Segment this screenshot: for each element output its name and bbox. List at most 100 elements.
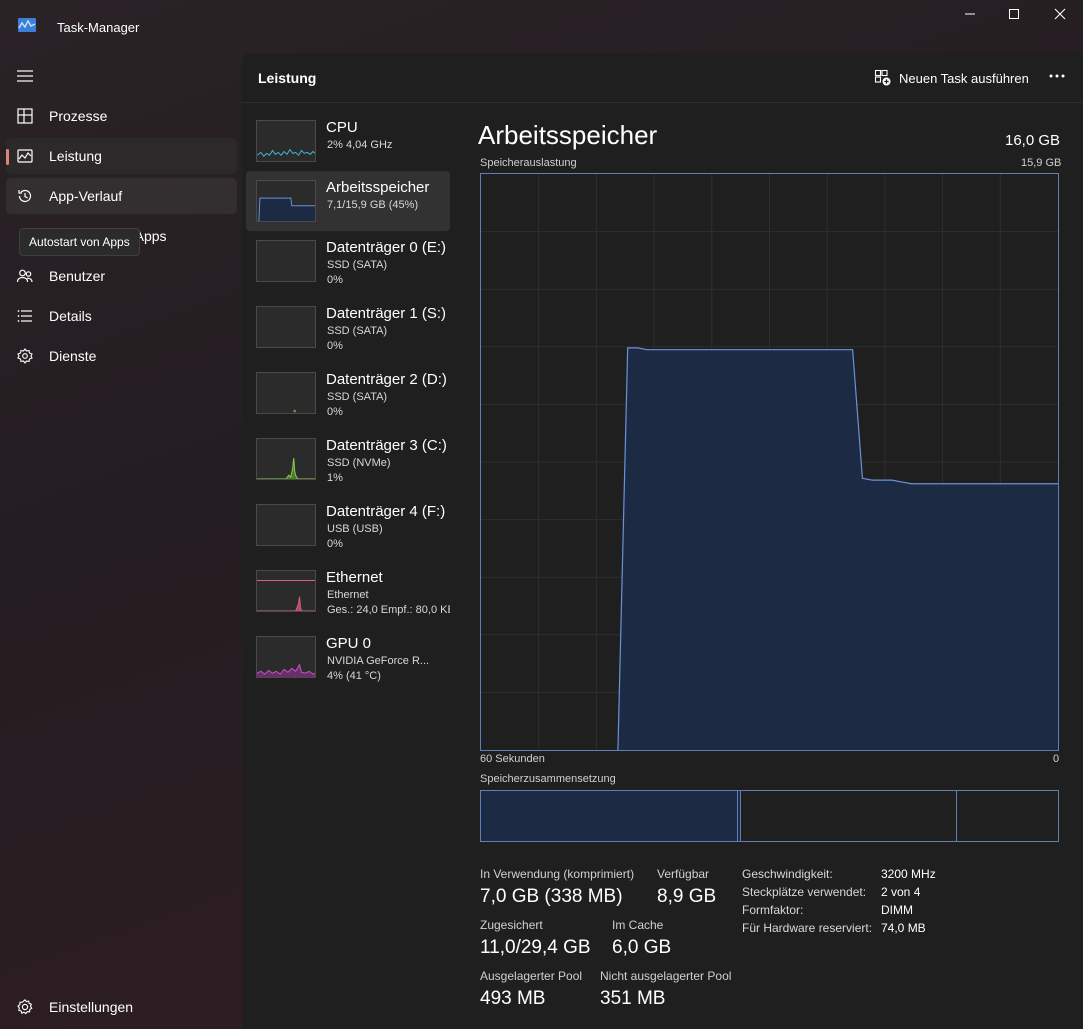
device-name: Datenträger 3 (C:) bbox=[326, 437, 447, 454]
paged-pool-value: 493 MB bbox=[480, 988, 546, 1009]
nonpaged-pool-value: 351 MB bbox=[600, 988, 666, 1009]
device-item-gpu[interactable]: GPU 0 NVIDIA GeForce R... 4% (41 °C) bbox=[246, 630, 450, 690]
slots-label: Steckplätze verwendet: bbox=[742, 885, 867, 899]
available-label: Verfügbar bbox=[657, 867, 710, 881]
active-indicator bbox=[6, 149, 9, 165]
page-header: Leistung Neuen Task ausführen bbox=[242, 53, 1083, 103]
device-name: Datenträger 4 (F:) bbox=[326, 503, 446, 520]
hardware-reserved-value: 74,0 MB bbox=[881, 921, 926, 935]
settings-label: Einstellungen bbox=[49, 999, 134, 1015]
cached-label: Im Cache bbox=[612, 918, 664, 932]
tooltip: Autostart von Apps bbox=[19, 228, 140, 256]
maximize-icon bbox=[1009, 9, 1019, 19]
sidebar-item-app-history[interactable]: App-Verlauf bbox=[6, 178, 237, 214]
in-use-label: In Verwendung (komprimiert) bbox=[480, 867, 635, 881]
device-item-cpu[interactable]: CPU 2% 4,04 GHz bbox=[246, 114, 450, 174]
hardware-reserved-label: Für Hardware reserviert: bbox=[742, 921, 873, 935]
device-item-memory[interactable]: Arbeitsspeicher 7,1/15,9 GB (45%) bbox=[246, 171, 450, 231]
device-subtitle: Ethernet bbox=[327, 589, 369, 601]
device-item-disk-2[interactable]: Datenträger 2 (D:) SSD (SATA) 0% bbox=[246, 366, 450, 426]
composition-standby-segment bbox=[741, 791, 958, 841]
device-name: Datenträger 1 (S:) bbox=[326, 305, 447, 322]
device-subtitle: SSD (SATA) bbox=[327, 391, 388, 403]
axis-left-label: 60 Sekunden bbox=[480, 753, 545, 765]
gpu-thumbnail-graph bbox=[256, 636, 316, 678]
speed-value: 3200 MHz bbox=[881, 867, 936, 881]
minimize-button[interactable] bbox=[947, 0, 993, 32]
device-value: 0% bbox=[327, 406, 343, 418]
form-factor-label: Formfaktor: bbox=[742, 903, 804, 917]
ethernet-thumbnail-graph bbox=[256, 570, 316, 612]
sidebar-item-details[interactable]: Details bbox=[6, 298, 237, 334]
sidebar-item-label: Leistung bbox=[49, 148, 102, 164]
composition-label: Speicherzusammensetzung bbox=[480, 773, 616, 785]
sidebar-item-users[interactable]: Benutzer bbox=[6, 258, 237, 294]
disk-thumbnail-graph bbox=[256, 438, 316, 480]
task-manager-window: Task-Manager Prozesse Leistung App-Verla… bbox=[0, 0, 1083, 1029]
sidebar-item-label: Prozesse bbox=[49, 108, 108, 124]
device-subtitle: NVIDIA GeForce R... bbox=[327, 655, 430, 667]
device-value: 0% bbox=[327, 538, 343, 550]
form-factor-value: DIMM bbox=[881, 903, 913, 917]
gear-icon bbox=[17, 998, 33, 1015]
sidebar-item-label: App-Verlauf bbox=[49, 188, 123, 204]
available-value: 8,9 GB bbox=[657, 886, 717, 907]
processes-icon bbox=[17, 108, 33, 124]
details-list-icon bbox=[17, 310, 32, 322]
disk-thumbnail-graph bbox=[256, 240, 316, 282]
speed-label: Geschwindigkeit: bbox=[742, 867, 833, 881]
device-subtitle: SSD (SATA) bbox=[327, 325, 388, 337]
device-subtitle: SSD (NVMe) bbox=[327, 457, 391, 469]
sidebar-item-label: Dienste bbox=[49, 348, 97, 364]
window-title: Task-Manager bbox=[57, 20, 140, 35]
committed-label: Zugesichert bbox=[480, 918, 543, 932]
main-panel: Leistung Neuen Task ausführen CPU 2% 4,0… bbox=[242, 53, 1083, 1029]
close-button[interactable] bbox=[1037, 0, 1083, 32]
composition-free-segment bbox=[957, 791, 1058, 841]
more-options-button[interactable] bbox=[1045, 65, 1069, 89]
new-task-icon bbox=[874, 69, 891, 86]
device-item-disk-0[interactable]: Datenträger 0 (E:) SSD (SATA) 0% bbox=[246, 234, 450, 294]
in-use-value: 7,0 GB (338 MB) bbox=[480, 886, 623, 907]
nonpaged-pool-label: Nicht ausgelagerter Pool bbox=[600, 969, 732, 983]
memory-usage-chart bbox=[480, 173, 1059, 751]
users-icon bbox=[16, 269, 33, 283]
device-subtitle: 2% 4,04 GHz bbox=[327, 139, 393, 151]
task-manager-app-icon bbox=[18, 18, 36, 32]
sidebar-item-services[interactable]: Dienste bbox=[6, 338, 237, 374]
sidebar-item-performance[interactable]: Leistung bbox=[6, 138, 237, 174]
device-name: GPU 0 bbox=[326, 635, 372, 652]
services-icon bbox=[17, 348, 33, 364]
device-item-disk-1[interactable]: Datenträger 1 (S:) SSD (SATA) 0% bbox=[246, 300, 450, 360]
device-value: Ges.: 24,0 Empf.: 80,0 KB bbox=[327, 604, 450, 616]
sidebar-item-settings[interactable]: Einstellungen bbox=[6, 989, 237, 1025]
hamburger-menu-icon[interactable] bbox=[16, 68, 34, 84]
minimize-icon bbox=[965, 13, 975, 15]
device-name: Datenträger 0 (E:) bbox=[326, 239, 447, 256]
device-item-ethernet[interactable]: Ethernet Ethernet Ges.: 24,0 Empf.: 80,0… bbox=[246, 564, 450, 624]
detail-total-memory: 16,0 GB bbox=[1005, 132, 1061, 149]
paged-pool-label: Ausgelagerter Pool bbox=[480, 969, 583, 983]
maximize-button[interactable] bbox=[991, 0, 1037, 32]
device-item-disk-4[interactable]: Datenträger 4 (F:) USB (USB) 0% bbox=[246, 498, 450, 558]
device-item-disk-3[interactable]: Datenträger 3 (C:) SSD (NVMe) 1% bbox=[246, 432, 450, 492]
committed-value: 11,0/29,4 GB bbox=[480, 937, 591, 958]
new-task-label: Neuen Task ausführen bbox=[899, 71, 1029, 86]
usage-area bbox=[617, 347, 1058, 750]
sidebar-item-processes[interactable]: Prozesse bbox=[6, 98, 237, 134]
disk-thumbnail-graph bbox=[256, 372, 316, 414]
sidebar-item-label: Benutzer bbox=[49, 268, 106, 284]
device-value: 4% (41 °C) bbox=[327, 670, 381, 682]
history-icon bbox=[18, 189, 32, 203]
device-subtitle: SSD (SATA) bbox=[327, 259, 388, 271]
cpu-thumbnail-graph bbox=[256, 120, 316, 162]
performance-icon bbox=[17, 149, 33, 163]
title-bar: Task-Manager bbox=[0, 0, 1083, 52]
detail-title: Arbeitsspeicher bbox=[478, 120, 658, 150]
memory-thumbnail-graph bbox=[256, 180, 316, 222]
device-value: 0% bbox=[327, 340, 343, 352]
device-name: Ethernet bbox=[326, 569, 383, 586]
memory-composition-bar bbox=[480, 790, 1059, 842]
more-dots-icon bbox=[1049, 74, 1065, 78]
close-icon bbox=[1054, 8, 1066, 20]
